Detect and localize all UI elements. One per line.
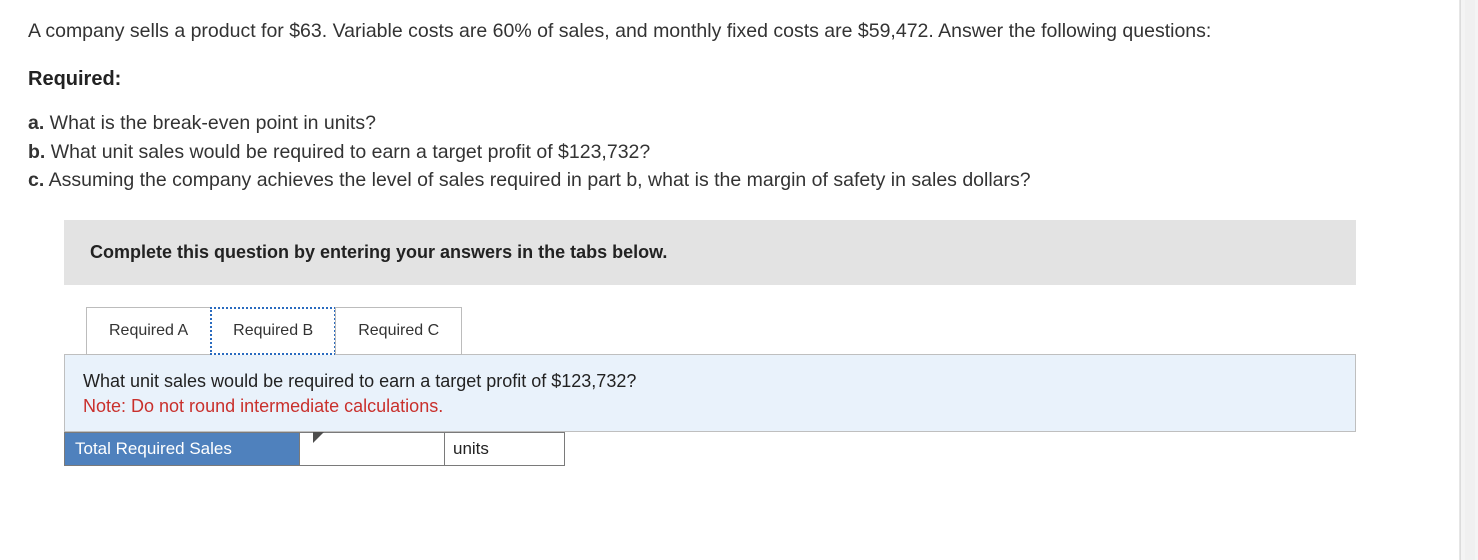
answer-input[interactable] [314,433,444,465]
requirement-c: c. Assuming the company achieves the lev… [28,166,1450,194]
requirement-a-text: What is the break-even point in units? [44,112,376,134]
answer-block: Complete this question by entering your … [64,220,1356,466]
tab-required-b[interactable]: Required B [210,307,336,355]
tab-required-a[interactable]: Required A [86,307,211,355]
tabs-row: Required A Required B Required C [64,307,1356,355]
requirement-b: b. What unit sales would be required to … [28,138,1450,166]
answer-input-row: Total Required Sales units [64,432,1356,466]
panel-prompt: What unit sales would be required to ear… [83,369,1337,394]
requirement-a: a. What is the break-even point in units… [28,109,1450,137]
requirements-list: a. What is the break-even point in units… [28,109,1450,194]
scrollbar-track [1465,0,1475,560]
scrollbar-vertical[interactable] [1460,0,1478,560]
requirement-b-letter: b. [28,141,45,163]
answer-row-gap [300,432,314,466]
answer-input-cell[interactable] [314,432,445,466]
requirement-b-text: What unit sales would be required to ear… [45,141,650,163]
question-intro: A company sells a product for $63. Varia… [28,18,1450,44]
tab-required-c[interactable]: Required C [335,307,462,355]
required-heading: Required: [28,68,1450,91]
answer-units-label: units [445,432,565,466]
instruction-banner: Complete this question by entering your … [64,220,1356,285]
requirement-c-letter: c. [28,169,44,191]
tab-panel: What unit sales would be required to ear… [64,354,1356,432]
requirement-c-text: Assuming the company achieves the level … [44,169,1030,191]
panel-note: Note: Do not round intermediate calculat… [83,394,1337,419]
requirement-a-letter: a. [28,112,44,134]
answer-row-label: Total Required Sales [64,432,300,466]
